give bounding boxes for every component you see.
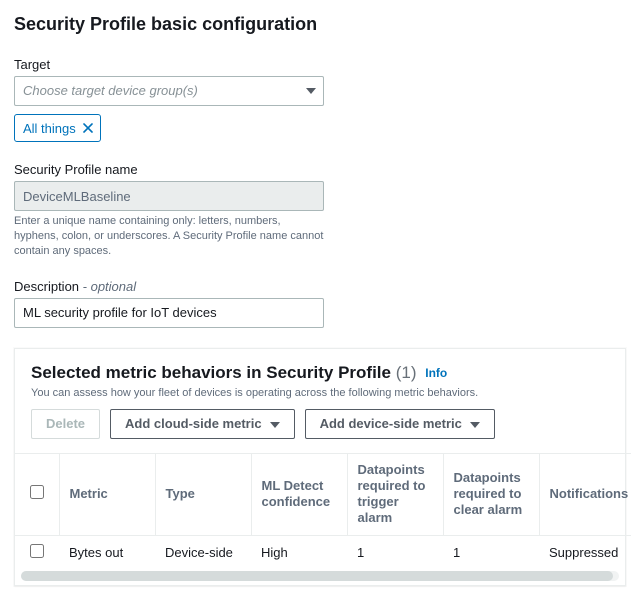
name-hint: Enter a unique name containing only: let… xyxy=(14,214,324,259)
target-token: All things xyxy=(14,114,101,142)
col-ml-conf: ML Detect confidence xyxy=(251,453,347,535)
behaviors-subtitle: You can assess how your fleet of devices… xyxy=(31,387,609,399)
target-label: Target xyxy=(14,57,626,72)
description-input[interactable] xyxy=(14,298,324,328)
add-device-metric-button[interactable]: Add device-side metric xyxy=(305,409,495,439)
page-title: Security Profile basic configuration xyxy=(14,14,626,35)
cell-metric: Bytes out xyxy=(59,535,155,569)
delete-button[interactable]: Delete xyxy=(31,409,100,439)
behaviors-table: Metric Type ML Detect confidence Datapoi… xyxy=(15,453,631,569)
col-dp-clear: Datapoints required to clear alarm xyxy=(443,453,539,535)
cell-notif: Suppressed xyxy=(539,535,631,569)
name-input[interactable] xyxy=(14,181,324,211)
description-optional: - optional xyxy=(83,279,136,294)
behaviors-title-text: Selected metric behaviors in Security Pr… xyxy=(31,363,391,382)
behaviors-panel: Selected metric behaviors in Security Pr… xyxy=(14,348,626,586)
cell-ml-conf: High xyxy=(251,535,347,569)
table-row: Bytes out Device-side High 1 1 Suppresse… xyxy=(15,535,631,569)
caret-down-icon xyxy=(270,416,280,431)
add-device-label: Add device-side metric xyxy=(320,416,462,431)
description-label: Description - optional xyxy=(14,279,626,294)
description-label-text: Description xyxy=(14,279,79,294)
select-all-checkbox[interactable] xyxy=(30,485,44,499)
col-metric: Metric xyxy=(59,453,155,535)
info-link[interactable]: Info xyxy=(425,366,447,380)
target-token-label: All things xyxy=(23,121,76,136)
col-notif: Notifications xyxy=(539,453,631,535)
row-checkbox[interactable] xyxy=(30,544,44,558)
horizontal-scrollbar[interactable] xyxy=(21,571,619,581)
behaviors-title: Selected metric behaviors in Security Pr… xyxy=(31,363,609,383)
behaviors-count: (1) xyxy=(396,363,417,382)
cell-type: Device-side xyxy=(155,535,251,569)
close-icon[interactable] xyxy=(82,122,94,134)
caret-down-icon xyxy=(470,416,480,431)
col-dp-trigger: Datapoints required to trigger alarm xyxy=(347,453,443,535)
add-cloud-label: Add cloud-side metric xyxy=(125,416,262,431)
name-label: Security Profile name xyxy=(14,162,626,177)
add-cloud-metric-button[interactable]: Add cloud-side metric xyxy=(110,409,295,439)
cell-dp-trigger: 1 xyxy=(347,535,443,569)
cell-dp-clear: 1 xyxy=(443,535,539,569)
target-select[interactable]: Choose target device group(s) xyxy=(14,76,324,106)
col-type: Type xyxy=(155,453,251,535)
